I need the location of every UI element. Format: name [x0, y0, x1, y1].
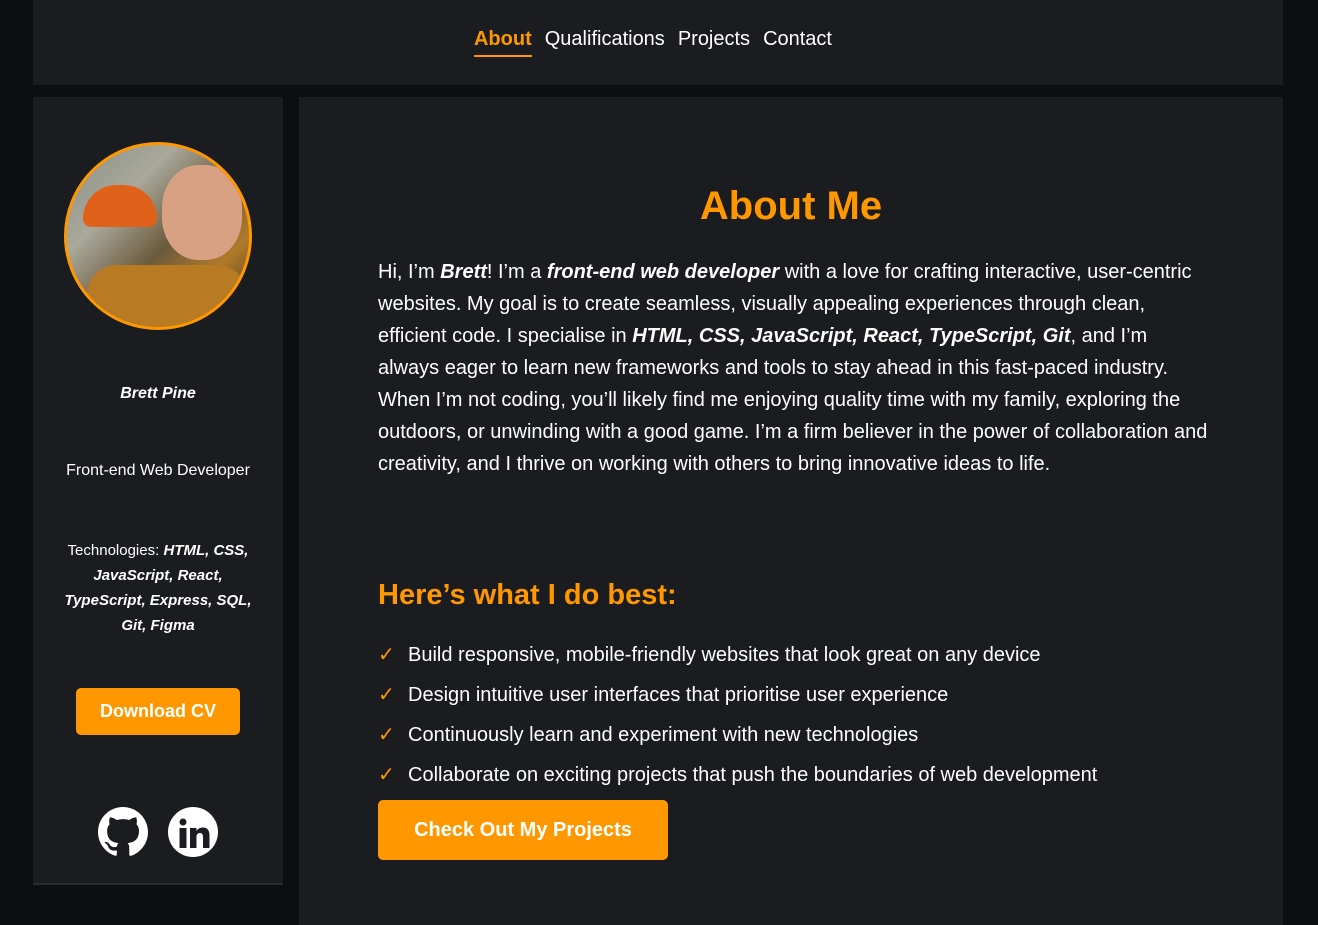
text: Hi, I’m	[378, 261, 441, 283]
skills-heading: Here’s what I do best:	[378, 579, 677, 611]
skill-text: Continuously learn and experiment with n…	[408, 724, 919, 746]
name-emphasis: Brett	[440, 261, 487, 283]
list-item: ✓ Design intuitive user interfaces that p…	[378, 677, 1097, 717]
list-item: ✓ Build responsive, mobile-friendly websi…	[378, 637, 1097, 677]
intro-paragraph-1: Hi, I’m Brett! I’m a front-end web devel…	[378, 256, 1208, 384]
nav-qualifications[interactable]: Qualifications	[545, 28, 665, 57]
check-out-projects-button[interactable]: Check Out My Projects	[378, 800, 668, 860]
skill-text: Collaborate on exciting projects that pu…	[408, 764, 1098, 786]
avatar	[64, 142, 252, 330]
technologies-label: Technologies:	[67, 542, 164, 559]
download-cv-button[interactable]: Download CV	[76, 688, 240, 735]
about-section: About Me Hi, I’m Brett! I’m a front-end …	[299, 97, 1283, 925]
check-icon: ✓	[378, 724, 395, 746]
intro-paragraph-2: When I’m not coding, you’ll likely find …	[378, 389, 1208, 475]
list-item: ✓ Continuously learn and experiment with …	[378, 717, 1097, 757]
top-nav: About Qualifications Projects Contact	[33, 0, 1283, 85]
check-icon: ✓	[378, 684, 395, 706]
github-icon[interactable]	[98, 807, 149, 857]
check-icon: ✓	[378, 644, 395, 666]
nav-projects[interactable]: Projects	[678, 28, 750, 57]
skill-text: Design intuitive user interfaces that pr…	[408, 684, 949, 706]
profile-name: Brett Pine	[120, 385, 196, 402]
profile-role: Front-end Web Developer	[66, 462, 250, 479]
text: ! I’m a	[486, 261, 547, 283]
nav-about[interactable]: About	[473, 28, 532, 57]
page-title: About Me	[699, 184, 883, 228]
nav-contact[interactable]: Contact	[763, 28, 832, 57]
skills-emphasis: HTML, CSS, JavaScript, React, TypeScript…	[632, 325, 1071, 347]
technologies: Technologies: HTML, CSS, JavaScript, Rea…	[53, 538, 263, 638]
skills-list: ✓ Build responsive, mobile-friendly websi…	[378, 637, 1097, 797]
profile-sidebar: Brett Pine Front-end Web Developer Techn…	[33, 97, 283, 885]
list-item: ✓ Collaborate on exciting projects that p…	[378, 757, 1097, 797]
check-icon: ✓	[378, 764, 395, 786]
role-emphasis: front-end web developer	[546, 261, 780, 283]
skill-text: Build responsive, mobile-friendly websit…	[408, 644, 1041, 666]
linkedin-icon[interactable]	[168, 807, 218, 857]
intro-text: Hi, I’m Brett! I’m a front-end web devel…	[378, 256, 1208, 480]
